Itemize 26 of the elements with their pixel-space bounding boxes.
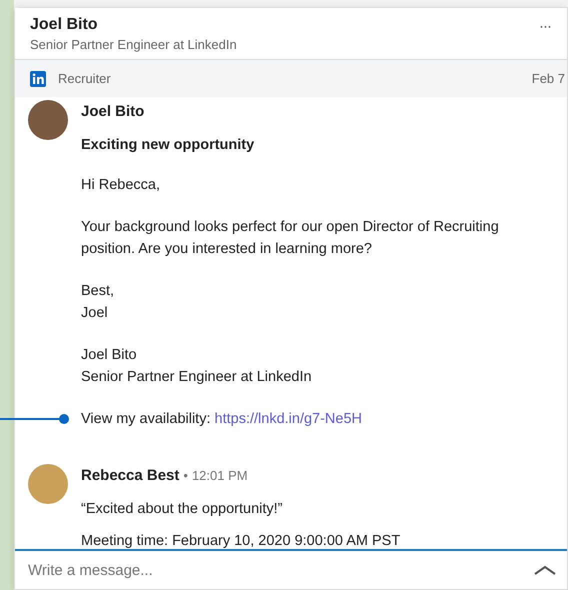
message-input[interactable]: Write a message... bbox=[28, 562, 533, 578]
message-text: Best, bbox=[81, 283, 114, 299]
message-text: Senior Partner Engineer at LinkedIn bbox=[81, 369, 312, 385]
linkedin-logo-icon bbox=[30, 70, 46, 86]
leader-line bbox=[0, 413, 70, 425]
chevron-up-icon[interactable] bbox=[533, 564, 557, 576]
contact-headline: Senior Partner Engineer at LinkedIn bbox=[30, 36, 237, 54]
message-subject: Exciting new opportunity bbox=[81, 136, 256, 155]
recruiter-label: Recruiter bbox=[58, 71, 112, 86]
contact-name: Joel Bito bbox=[30, 15, 99, 35]
message-text: Hi Rebecca, bbox=[81, 177, 160, 193]
message-text: “Excited about the opportunity!” bbox=[81, 500, 284, 519]
message-date: Feb 7 bbox=[532, 71, 565, 86]
message-text: Joel Bito bbox=[81, 347, 137, 363]
message-text: Meeting time: February 10, 2020 9:00:00 AM PST bbox=[81, 532, 402, 549]
message-text: View my availability: bbox=[81, 411, 210, 427]
avatar bbox=[28, 100, 68, 140]
availability-link[interactable]: https://lnkd.in/g7-Ne5H bbox=[214, 411, 362, 427]
sender-name: Joel Bito bbox=[81, 102, 146, 122]
message-text: Joel bbox=[81, 305, 108, 321]
avatar bbox=[28, 464, 68, 504]
message-text: Your background looks perfect for our open Director of Recruiting position. Are you interested in learning more? bbox=[81, 219, 499, 257]
message-time: 12:01 PM bbox=[192, 468, 248, 483]
more-options-button[interactable]: ··· bbox=[539, 18, 551, 35]
separator-dot: • bbox=[183, 468, 188, 483]
sender-name: Rebecca Best bbox=[81, 466, 180, 486]
